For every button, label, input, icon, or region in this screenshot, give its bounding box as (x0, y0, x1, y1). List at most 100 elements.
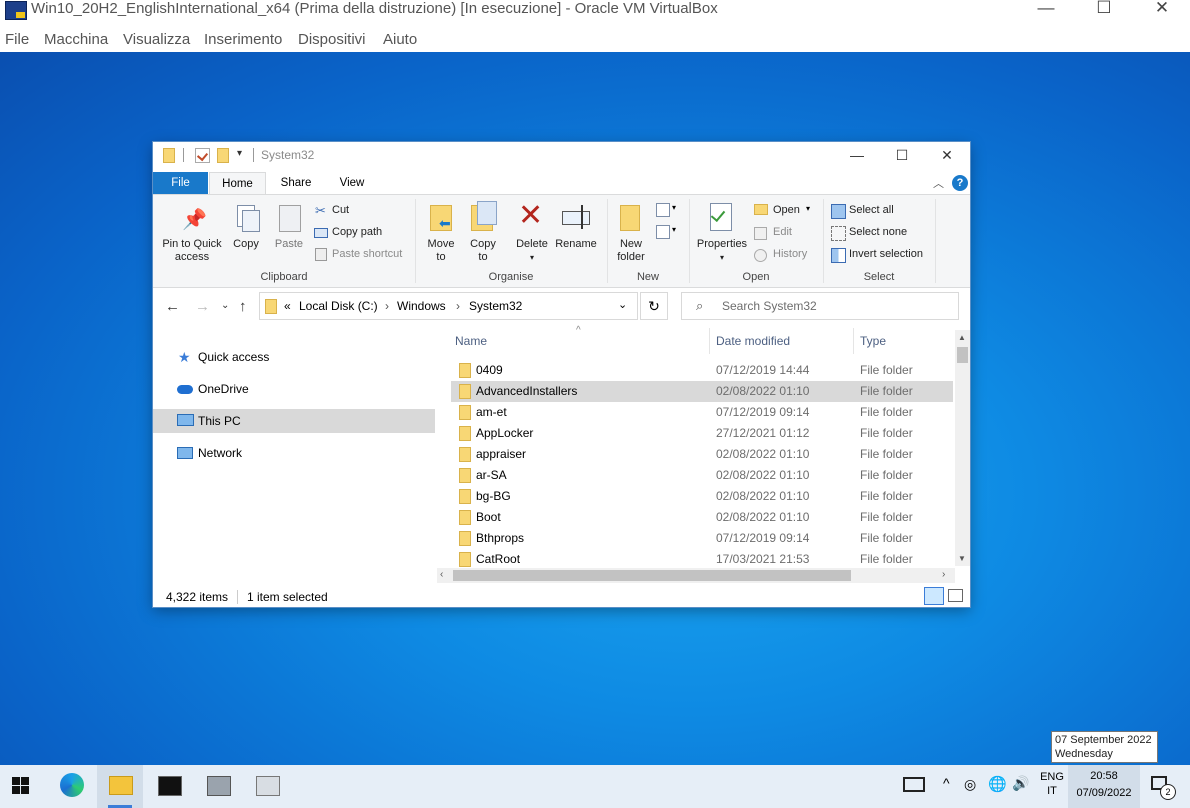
column-date-modified[interactable]: Date modified (716, 334, 790, 348)
vbox-menu-machine[interactable]: Macchina (44, 31, 108, 48)
file-row[interactable]: appraiser 02/08/2022 01:10 File folder (451, 444, 953, 465)
search-input[interactable]: Search System32 (722, 299, 817, 313)
vbox-menu-help[interactable]: Aiuto (383, 31, 417, 48)
file-name[interactable]: am-et (476, 402, 507, 423)
windows-start-icon[interactable] (12, 777, 30, 795)
file-name[interactable]: ar-SA (476, 465, 507, 486)
command-prompt-icon[interactable] (158, 776, 182, 796)
volume-icon[interactable]: 🔊 (1012, 775, 1029, 792)
breadcrumb-local-disk[interactable]: Local Disk (C:) (299, 299, 378, 313)
scroll-up-icon[interactable]: ▲ (958, 333, 966, 342)
file-name[interactable]: CatRoot (476, 549, 520, 570)
file-explorer-icon[interactable] (109, 776, 133, 795)
vbox-close-button[interactable]: ✕ (1140, 0, 1184, 20)
new-folder-icon[interactable] (217, 148, 229, 163)
breadcrumb-system32[interactable]: System32 (469, 299, 522, 313)
meet-now-icon[interactable]: ◎ (964, 776, 976, 793)
address-dropdown-icon[interactable]: ⌄ (618, 298, 627, 311)
keyboard-icon[interactable] (903, 777, 925, 792)
scroll-left-icon[interactable]: ‹ (440, 569, 443, 580)
copy-path-button[interactable]: Copy path (332, 226, 382, 238)
vbox-minimize-button[interactable]: — (1024, 0, 1068, 20)
search-box[interactable]: ⌕ Search System32 (681, 292, 959, 320)
scroll-right-icon[interactable]: › (942, 569, 945, 580)
vbox-menu-view[interactable]: Visualizza (123, 31, 190, 48)
vbox-title: Win10_20H2_EnglishInternational_x64 (Pri… (31, 0, 718, 17)
column-name[interactable]: Name (455, 334, 487, 348)
app-icon-2[interactable] (256, 776, 280, 796)
tab-home[interactable]: Home (209, 172, 266, 194)
file-row[interactable]: Boot 02/08/2022 01:10 File folder (451, 507, 953, 528)
customize-qat-icon[interactable]: ▾ (237, 148, 242, 159)
properties-check-icon[interactable] (195, 148, 210, 163)
minimize-button[interactable]: — (834, 142, 880, 170)
open-button[interactable]: Open (773, 204, 800, 216)
file-name[interactable]: appraiser (476, 444, 526, 465)
tab-share[interactable]: Share (271, 172, 321, 194)
select-all-button[interactable]: Select all (849, 204, 894, 216)
forward-button[interactable]: → (195, 298, 210, 315)
network-status-icon[interactable]: 🌐 (988, 775, 1007, 793)
details-view-icon[interactable] (924, 587, 944, 605)
nav-onedrive[interactable]: OneDrive (153, 377, 435, 401)
cut-button[interactable]: Cut (332, 204, 349, 216)
file-name[interactable]: AppLocker (476, 423, 533, 444)
maximize-button[interactable]: ☐ (879, 142, 925, 170)
file-row[interactable]: AppLocker 27/12/2021 01:12 File folder (451, 423, 953, 444)
new-item-icon[interactable] (656, 203, 670, 217)
breadcrumb-windows[interactable]: Windows (397, 299, 446, 313)
file-name[interactable]: AdvancedInstallers (476, 381, 577, 402)
file-row[interactable]: bg-BG 02/08/2022 01:10 File folder (451, 486, 953, 507)
open-dropdown-icon[interactable]: ▾ (806, 204, 810, 213)
new-folder-label-2: folder (617, 251, 645, 263)
paste-shortcut-button[interactable]: Paste shortcut (332, 248, 402, 260)
vbox-menu-file[interactable]: File (5, 31, 29, 48)
help-icon[interactable]: ? (952, 175, 968, 191)
easy-access-icon[interactable] (656, 225, 670, 239)
tab-file[interactable]: File (153, 172, 208, 194)
scroll-down-icon[interactable]: ▼ (958, 554, 966, 563)
vertical-scroll-thumb[interactable] (957, 347, 968, 363)
history-button[interactable]: History (773, 248, 807, 260)
vbox-menu-input[interactable]: Inserimento (204, 31, 282, 48)
clock[interactable]: 20:58 07/09/2022 (1068, 765, 1140, 808)
edge-icon[interactable] (60, 773, 84, 797)
file-row[interactable]: ar-SA 02/08/2022 01:10 File folder (451, 465, 953, 486)
address-prefix[interactable]: « (284, 299, 291, 313)
new-item-dropdown-icon[interactable]: ▾ (672, 203, 676, 212)
column-type[interactable]: Type (860, 334, 886, 348)
file-name[interactable]: 0409 (476, 360, 503, 381)
easy-access-dropdown-icon[interactable]: ▾ (672, 225, 676, 234)
vertical-scrollbar[interactable]: ▲ ▼ (955, 330, 970, 566)
recent-locations-icon[interactable]: ⌄ (221, 300, 229, 311)
nav-network[interactable]: Network (153, 441, 435, 465)
back-button[interactable]: ← (165, 298, 180, 315)
vbox-menu-devices[interactable]: Dispositivi (298, 31, 366, 48)
horizontal-scrollbar[interactable]: ‹ › (437, 568, 955, 583)
file-row[interactable]: 0409 07/12/2019 14:44 File folder (451, 360, 953, 381)
close-button[interactable]: ✕ (924, 142, 970, 170)
refresh-icon[interactable]: ↻ (640, 292, 668, 320)
address-bar[interactable]: « Local Disk (C:) › Windows › System32 ⌄ (259, 292, 638, 320)
vbox-maximize-button[interactable]: ☐ (1082, 0, 1126, 20)
file-name[interactable]: Boot (476, 507, 501, 528)
tab-view[interactable]: View (327, 172, 377, 194)
file-row[interactable]: CatRoot 17/03/2021 21:53 File folder (451, 549, 953, 570)
language-indicator[interactable]: ENG IT (1040, 770, 1064, 798)
invert-selection-button[interactable]: Invert selection (849, 248, 923, 260)
file-name[interactable]: Bthprops (476, 528, 524, 549)
large-icons-view-icon[interactable] (948, 589, 963, 602)
file-name[interactable]: bg-BG (476, 486, 511, 507)
edit-button[interactable]: Edit (773, 226, 792, 238)
collapse-ribbon-icon[interactable]: ︿ (933, 175, 944, 191)
file-row[interactable]: am-et 07/12/2019 09:14 File folder (451, 402, 953, 423)
select-none-button[interactable]: Select none (849, 226, 907, 238)
nav-quick-access[interactable]: ★ Quick access (153, 345, 435, 369)
nav-this-pc[interactable]: This PC (153, 409, 435, 433)
file-row[interactable]: AdvancedInstallers 02/08/2022 01:10 File f… (451, 381, 953, 402)
show-hidden-icons-icon[interactable]: ^ (943, 775, 950, 791)
up-button[interactable]: ↑ (239, 298, 247, 315)
horizontal-scroll-thumb[interactable] (453, 570, 851, 581)
app-icon[interactable] (207, 776, 231, 796)
file-row[interactable]: Bthprops 07/12/2019 09:14 File folder (451, 528, 953, 549)
